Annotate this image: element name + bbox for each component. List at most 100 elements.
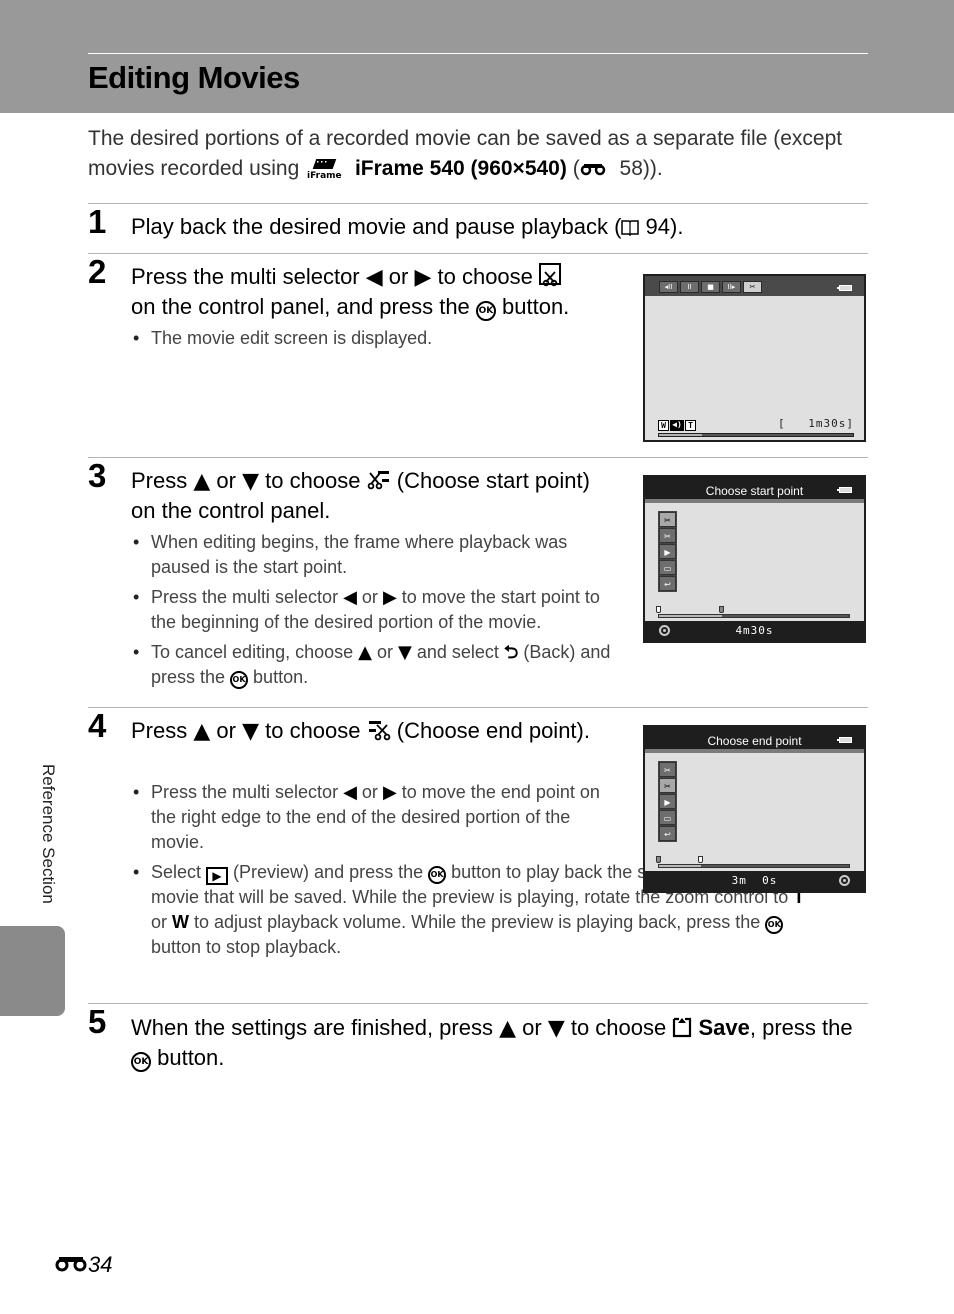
left-arrow-icon: ◀: [343, 587, 357, 608]
up-arrow-icon: ▲: [193, 469, 211, 494]
up-arrow-icon: ▲: [193, 719, 211, 744]
scissors-edit-icon: [539, 263, 562, 287]
camera-screen-playback: ◂II II ■ II▸ ✂ W ◀) T [ 1m30s]: [643, 274, 866, 442]
menu-item-choose-start-point-icon[interactable]: ✂: [659, 512, 676, 527]
divider: [88, 253, 868, 254]
step-5-heading: When the settings are finished, press ▲ …: [131, 1015, 853, 1072]
menu-item-preview-icon[interactable]: ▶: [659, 544, 676, 559]
bullet-item: When editing begins, the frame where pla…: [131, 530, 611, 580]
screen-title: Choose start point: [705, 484, 804, 498]
zoom-w-label: W: [658, 420, 669, 431]
step-number: 2: [88, 253, 107, 290]
screen-bottom-bar: 4m30s: [645, 621, 864, 641]
progress-fill: [659, 434, 702, 436]
screen-title-bar: Choose end point: [645, 727, 864, 753]
divider: [88, 457, 868, 458]
screen-bottom-bar: 3m 0s: [645, 871, 864, 891]
stop-icon[interactable]: ■: [701, 281, 720, 293]
trim-bar: [658, 614, 850, 618]
book-reference-icon: [621, 214, 640, 237]
zoom-t-label: T: [685, 420, 696, 431]
iframe-mode-label: iFrame 540 (960×540): [354, 157, 567, 180]
iframe-icon: iFrame: [305, 157, 349, 181]
left-arrow-icon: ◀: [343, 782, 357, 803]
end-marker[interactable]: [698, 856, 704, 863]
save-icon: [672, 1016, 692, 1038]
down-arrow-icon: ▼: [398, 642, 412, 663]
binoculars-reference-icon: [580, 154, 614, 176]
step-2-bullets: The movie edit screen is displayed.: [131, 326, 611, 356]
bullet-item: To cancel editing, choose ▲ or ▼ and sel…: [131, 640, 611, 690]
menu-item-choose-start-point-icon[interactable]: ✂: [659, 762, 676, 777]
ok-button-icon: OK: [131, 1052, 151, 1072]
left-arrow-icon: ◀: [365, 265, 383, 290]
save-label: Save: [698, 1015, 750, 1040]
step-number: 3: [88, 457, 107, 494]
menu-item-back-icon[interactable]: ↩: [659, 576, 676, 591]
multi-selector-icon: [839, 875, 850, 886]
step-3-heading: Press ▲ or ▼ to choose (Choose start poi…: [131, 468, 590, 523]
choose-start-point-icon: [367, 469, 391, 491]
section-tab: [0, 926, 65, 1016]
step-4-heading: Press ▲ or ▼ to choose (Choose end point…: [131, 718, 590, 744]
right-arrow-icon: ▶: [414, 265, 432, 290]
bullet-item: The movie edit screen is displayed.: [131, 326, 611, 351]
volume-indicator: W ◀) T: [658, 420, 696, 431]
divider: [88, 1003, 868, 1004]
divider: [88, 707, 868, 708]
duration-readout: 3m 0s: [731, 874, 778, 887]
scissors-icon[interactable]: ✂: [743, 281, 762, 293]
start-marker[interactable]: [656, 856, 661, 863]
bullet-item: Press the multi selector ◀ or ▶ to move …: [131, 585, 611, 635]
ok-button-icon: OK: [230, 671, 249, 689]
menu-item-save-icon[interactable]: ▭: [659, 560, 676, 575]
intro-text: (: [566, 157, 580, 180]
menu-item-save-icon[interactable]: ▭: [659, 810, 676, 825]
menu-item-back-icon[interactable]: ↩: [659, 826, 676, 841]
menu-item-choose-end-point-icon[interactable]: ✂: [659, 778, 676, 793]
camera-screen-choose-end: Choose end point ✂ ✂ ▶ ▭ ↩ 3m 0s: [643, 725, 866, 893]
divider: [88, 203, 868, 204]
battery-icon: [837, 487, 852, 493]
zoom-w-label: W: [172, 912, 190, 932]
choose-end-point-icon: [367, 719, 391, 741]
ok-button-icon: OK: [765, 916, 784, 934]
start-marker[interactable]: [656, 606, 661, 613]
playback-progress-bar: [658, 433, 854, 437]
preview-icon: ▶: [206, 867, 229, 885]
up-arrow-icon: ▲: [499, 1016, 517, 1041]
ok-button-icon: OK: [428, 866, 447, 884]
rewind-icon[interactable]: ◂II: [659, 281, 678, 293]
trim-fill: [659, 615, 722, 617]
forward-icon[interactable]: II▸: [722, 281, 741, 293]
step-3-bullets: When editing begins, the frame where pla…: [131, 530, 611, 695]
camera-screen-choose-start: Choose start point ✂ ✂ ▶ ▭ ↩ 4m30s: [643, 475, 866, 643]
bullet-item: Press the multi selector ◀ or ▶ to move …: [131, 780, 611, 855]
page-title: Editing Movies: [88, 60, 300, 95]
end-marker[interactable]: [719, 606, 725, 613]
pause-icon[interactable]: II: [680, 281, 699, 293]
step-number: 4: [88, 707, 107, 744]
battery-icon: [837, 285, 852, 291]
menu-item-preview-icon[interactable]: ▶: [659, 794, 676, 809]
reference-page-link[interactable]: 94: [639, 214, 670, 239]
step-number: 1: [88, 203, 107, 240]
duration-readout: 4m30s: [735, 624, 774, 637]
battery-icon: [837, 737, 852, 743]
screen-title-bar: Choose start point: [645, 477, 864, 503]
screen-title: Choose end point: [707, 734, 802, 748]
edit-side-menu: ✂ ✂ ▶ ▭ ↩: [658, 511, 677, 592]
binoculars-reference-icon: [54, 1252, 88, 1272]
down-arrow-icon: ▼: [242, 719, 259, 744]
trim-fill: [659, 865, 701, 867]
menu-item-choose-end-point-icon[interactable]: ✂: [659, 528, 676, 543]
right-arrow-icon: ▶: [382, 587, 397, 608]
reference-page-link[interactable]: 58: [614, 157, 643, 180]
step-2-heading: Press the multi selector ◀ or ▶ to choos…: [131, 263, 570, 321]
header-rule: [88, 53, 868, 54]
ok-button-icon: OK: [475, 301, 496, 321]
back-icon: ⮌: [503, 642, 519, 663]
time-bracket: [: [778, 417, 785, 430]
intro-paragraph: The desired portions of a recorded movie…: [88, 124, 868, 184]
speaker-icon: ◀): [670, 420, 684, 431]
